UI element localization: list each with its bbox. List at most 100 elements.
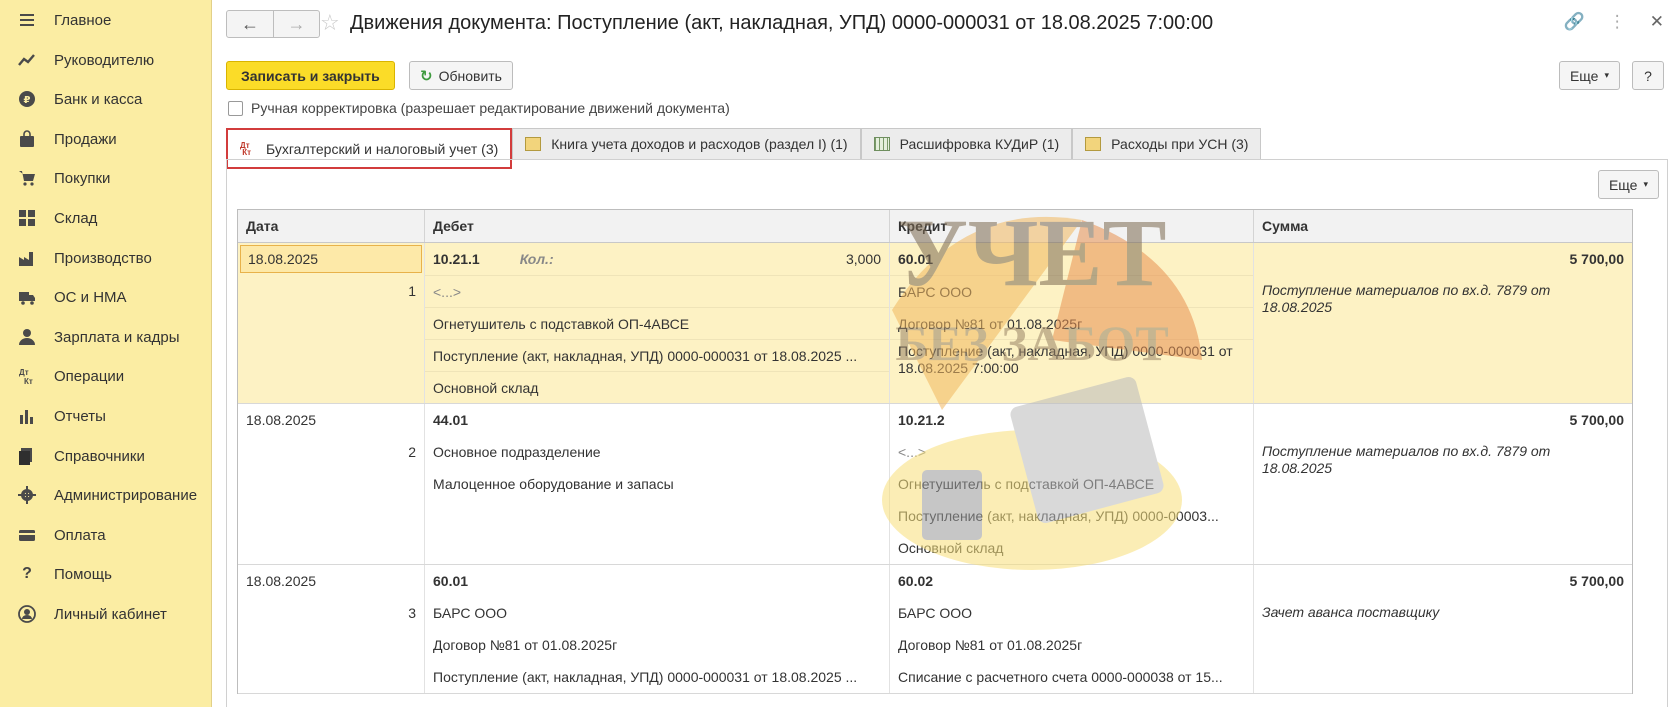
books-icon: [0, 447, 54, 465]
link-icon[interactable]: 🔗: [1564, 12, 1585, 32]
app-window: Главное Руководителю ₽ Банк и касса Прод…: [0, 0, 1678, 707]
table-row[interactable]: 18.08.2025 3 60.01 БАРС ООО Договор №81 …: [238, 565, 1632, 694]
table-header: Дата Дебет Кредит Сумма: [238, 210, 1632, 243]
sidebar-item-label: Руководителю: [54, 51, 155, 69]
date-cell[interactable]: 18.08.2025: [240, 245, 422, 273]
date-cell: 18.08.2025: [246, 573, 317, 589]
sidebar-item-label: Производство: [54, 249, 152, 267]
table-icon: [873, 137, 890, 151]
card-icon: [0, 526, 54, 544]
tab-income-expense-book[interactable]: Книга учета доходов и расходов (раздел I…: [512, 128, 861, 159]
tab-bar: Дт Кт Бухгалтерский и налоговый учет (3)…: [226, 128, 1262, 169]
sidebar-item-label: Склад: [54, 209, 98, 227]
more-button[interactable]: Еще ▾: [1558, 61, 1620, 90]
sidebar-item-directories[interactable]: Справочники: [0, 441, 212, 471]
tab-kudir-details[interactable]: Расшифровка КУДиР (1): [860, 128, 1073, 159]
row-number: 1: [408, 283, 416, 299]
sidebar-item-purchases[interactable]: Покупки: [0, 163, 212, 193]
sidebar-item-main[interactable]: Главное: [0, 5, 212, 35]
manual-correction-label: Ручная корректировка (разрешает редактир…: [251, 100, 730, 116]
help-button[interactable]: ?: [1632, 61, 1664, 90]
sidebar-item-label: Администрирование: [54, 486, 198, 504]
row-number: 3: [408, 605, 416, 621]
credit-subconto: <...>: [898, 444, 927, 460]
sidebar-item-help[interactable]: ? Помощь: [0, 559, 212, 589]
sidebar-item-director[interactable]: Руководителю: [0, 45, 212, 75]
debit-subconto: Основной склад: [425, 371, 889, 403]
row-number: 2: [408, 444, 416, 460]
tab-panel: Еще ▾ Дата Дебет Кредит Сумма 18.08.2025 …: [226, 159, 1668, 707]
column-header-date[interactable]: Дата: [238, 210, 425, 242]
sidebar-item-label: Личный кабинет: [54, 605, 167, 623]
manual-correction-checkbox[interactable]: [228, 100, 243, 116]
forward-button[interactable]: →: [272, 11, 319, 37]
more-label: Еще: [1569, 67, 1599, 84]
back-button[interactable]: ←: [227, 11, 273, 37]
truck-icon: [0, 288, 54, 306]
window-controls: 🔗 ⋮ ✕: [1564, 12, 1664, 32]
sidebar-item-label: Отчеты: [54, 407, 106, 425]
posting-comment: Поступление материалов по вх.д. 7879 от …: [1262, 282, 1551, 315]
svg-text:Кт: Кт: [24, 377, 33, 385]
close-icon[interactable]: ✕: [1650, 12, 1664, 32]
register-icon: [525, 137, 542, 151]
credit-subconto: БАРС ООО: [890, 275, 1253, 307]
sidebar-item-label: Операции: [54, 367, 125, 385]
sidebar-item-label: ОС и НМА: [54, 288, 127, 306]
sidebar-item-bank[interactable]: ₽ Банк и касса: [0, 84, 212, 114]
sidebar-item-payment[interactable]: Оплата: [0, 520, 212, 550]
sidebar-item-salary[interactable]: Зарплата и кадры: [0, 322, 212, 352]
debit-column: 60.01 БАРС ООО Договор №81 от 01.08.2025…: [425, 565, 890, 693]
sidebar-item-label: Справочники: [54, 447, 145, 465]
tab-usn-expenses[interactable]: Расходы при УСН (3): [1072, 128, 1262, 159]
warehouse-icon: [0, 209, 54, 227]
credit-account: 60.01: [898, 251, 934, 267]
refresh-button[interactable]: ↻ Обновить: [409, 61, 513, 90]
sidebar-item-production[interactable]: Производство: [0, 243, 212, 273]
credit-subconto: Договор №81 от 01.08.2025г: [890, 307, 1253, 339]
debit-subconto: Огнетушитель с подставкой ОП-4АВСЕ: [425, 307, 889, 339]
history-nav: ← →: [226, 10, 320, 38]
credit-subconto: Договор №81 от 01.08.2025г: [898, 637, 1083, 653]
register-icon: [1085, 137, 1102, 151]
posting-comment: Поступление материалов по вх.д. 7879 от …: [1262, 443, 1551, 476]
sidebar-item-admin[interactable]: Администрирование: [0, 480, 212, 510]
bar-chart-icon: [0, 407, 54, 425]
column-header-credit[interactable]: Кредит: [890, 210, 1254, 242]
sidebar-item-operations[interactable]: Дт Кт Операции: [0, 361, 212, 391]
credit-subconto: Огнетушитель с подставкой ОП-4АВСЕ: [898, 476, 1155, 492]
star-icon[interactable]: ☆: [320, 10, 340, 36]
sidebar-item-label: Главное: [54, 11, 112, 29]
column-header-sum[interactable]: Сумма: [1254, 210, 1632, 242]
debit-subconto: Поступление (акт, накладная, УПД) 0000-0…: [425, 339, 889, 371]
sidebar-item-reports[interactable]: Отчеты: [0, 401, 212, 431]
sidebar-item-assets[interactable]: ОС и НМА: [0, 282, 212, 312]
sidebar-item-warehouse[interactable]: Склад: [0, 203, 212, 233]
account-icon: [0, 605, 54, 623]
debit-account-line: 10.21.1 Кол.: 3,000: [425, 243, 889, 275]
sum-column: 5 700,00 Зачет аванса поставщику: [1254, 565, 1632, 693]
tab-label: Расходы при УСН (3): [1111, 136, 1249, 152]
debit-account: 60.01: [433, 573, 469, 589]
column-header-debit[interactable]: Дебет: [425, 210, 890, 242]
sidebar-item-sales[interactable]: Продажи: [0, 124, 212, 154]
cart-icon: [0, 169, 54, 187]
credit-account: 10.21.2: [898, 412, 945, 428]
date-column: 18.08.2025 1: [238, 243, 425, 403]
sidebar-item-label: Зарплата и кадры: [54, 328, 180, 346]
table-row[interactable]: 18.08.2025 2 44.01 Основное подразделени…: [238, 404, 1632, 565]
credit-subconto: Поступление (акт, накладная, УПД) 0000-0…: [890, 339, 1253, 379]
table-row[interactable]: 18.08.2025 1 10.21.1 Кол.: 3,000 <...> О…: [238, 243, 1632, 404]
more-vertical-icon[interactable]: ⋮: [1609, 12, 1626, 32]
sidebar-item-label: Помощь: [54, 565, 112, 583]
date-column: 18.08.2025 3: [238, 565, 425, 693]
save-and-close-button[interactable]: Записать и закрыть: [226, 61, 395, 90]
credit-subconto: Основной склад: [898, 540, 1004, 556]
sidebar-item-account[interactable]: Личный кабинет: [0, 599, 212, 629]
refresh-icon: ↻: [420, 67, 433, 85]
panel-more-button[interactable]: Еще ▾: [1597, 170, 1659, 199]
tab-label: Книга учета доходов и расходов (раздел I…: [551, 136, 848, 152]
debit-subconto: БАРС ООО: [433, 605, 508, 621]
sidebar: Главное Руководителю ₽ Банк и касса Прод…: [0, 0, 212, 707]
date-cell: 18.08.2025: [246, 412, 317, 428]
